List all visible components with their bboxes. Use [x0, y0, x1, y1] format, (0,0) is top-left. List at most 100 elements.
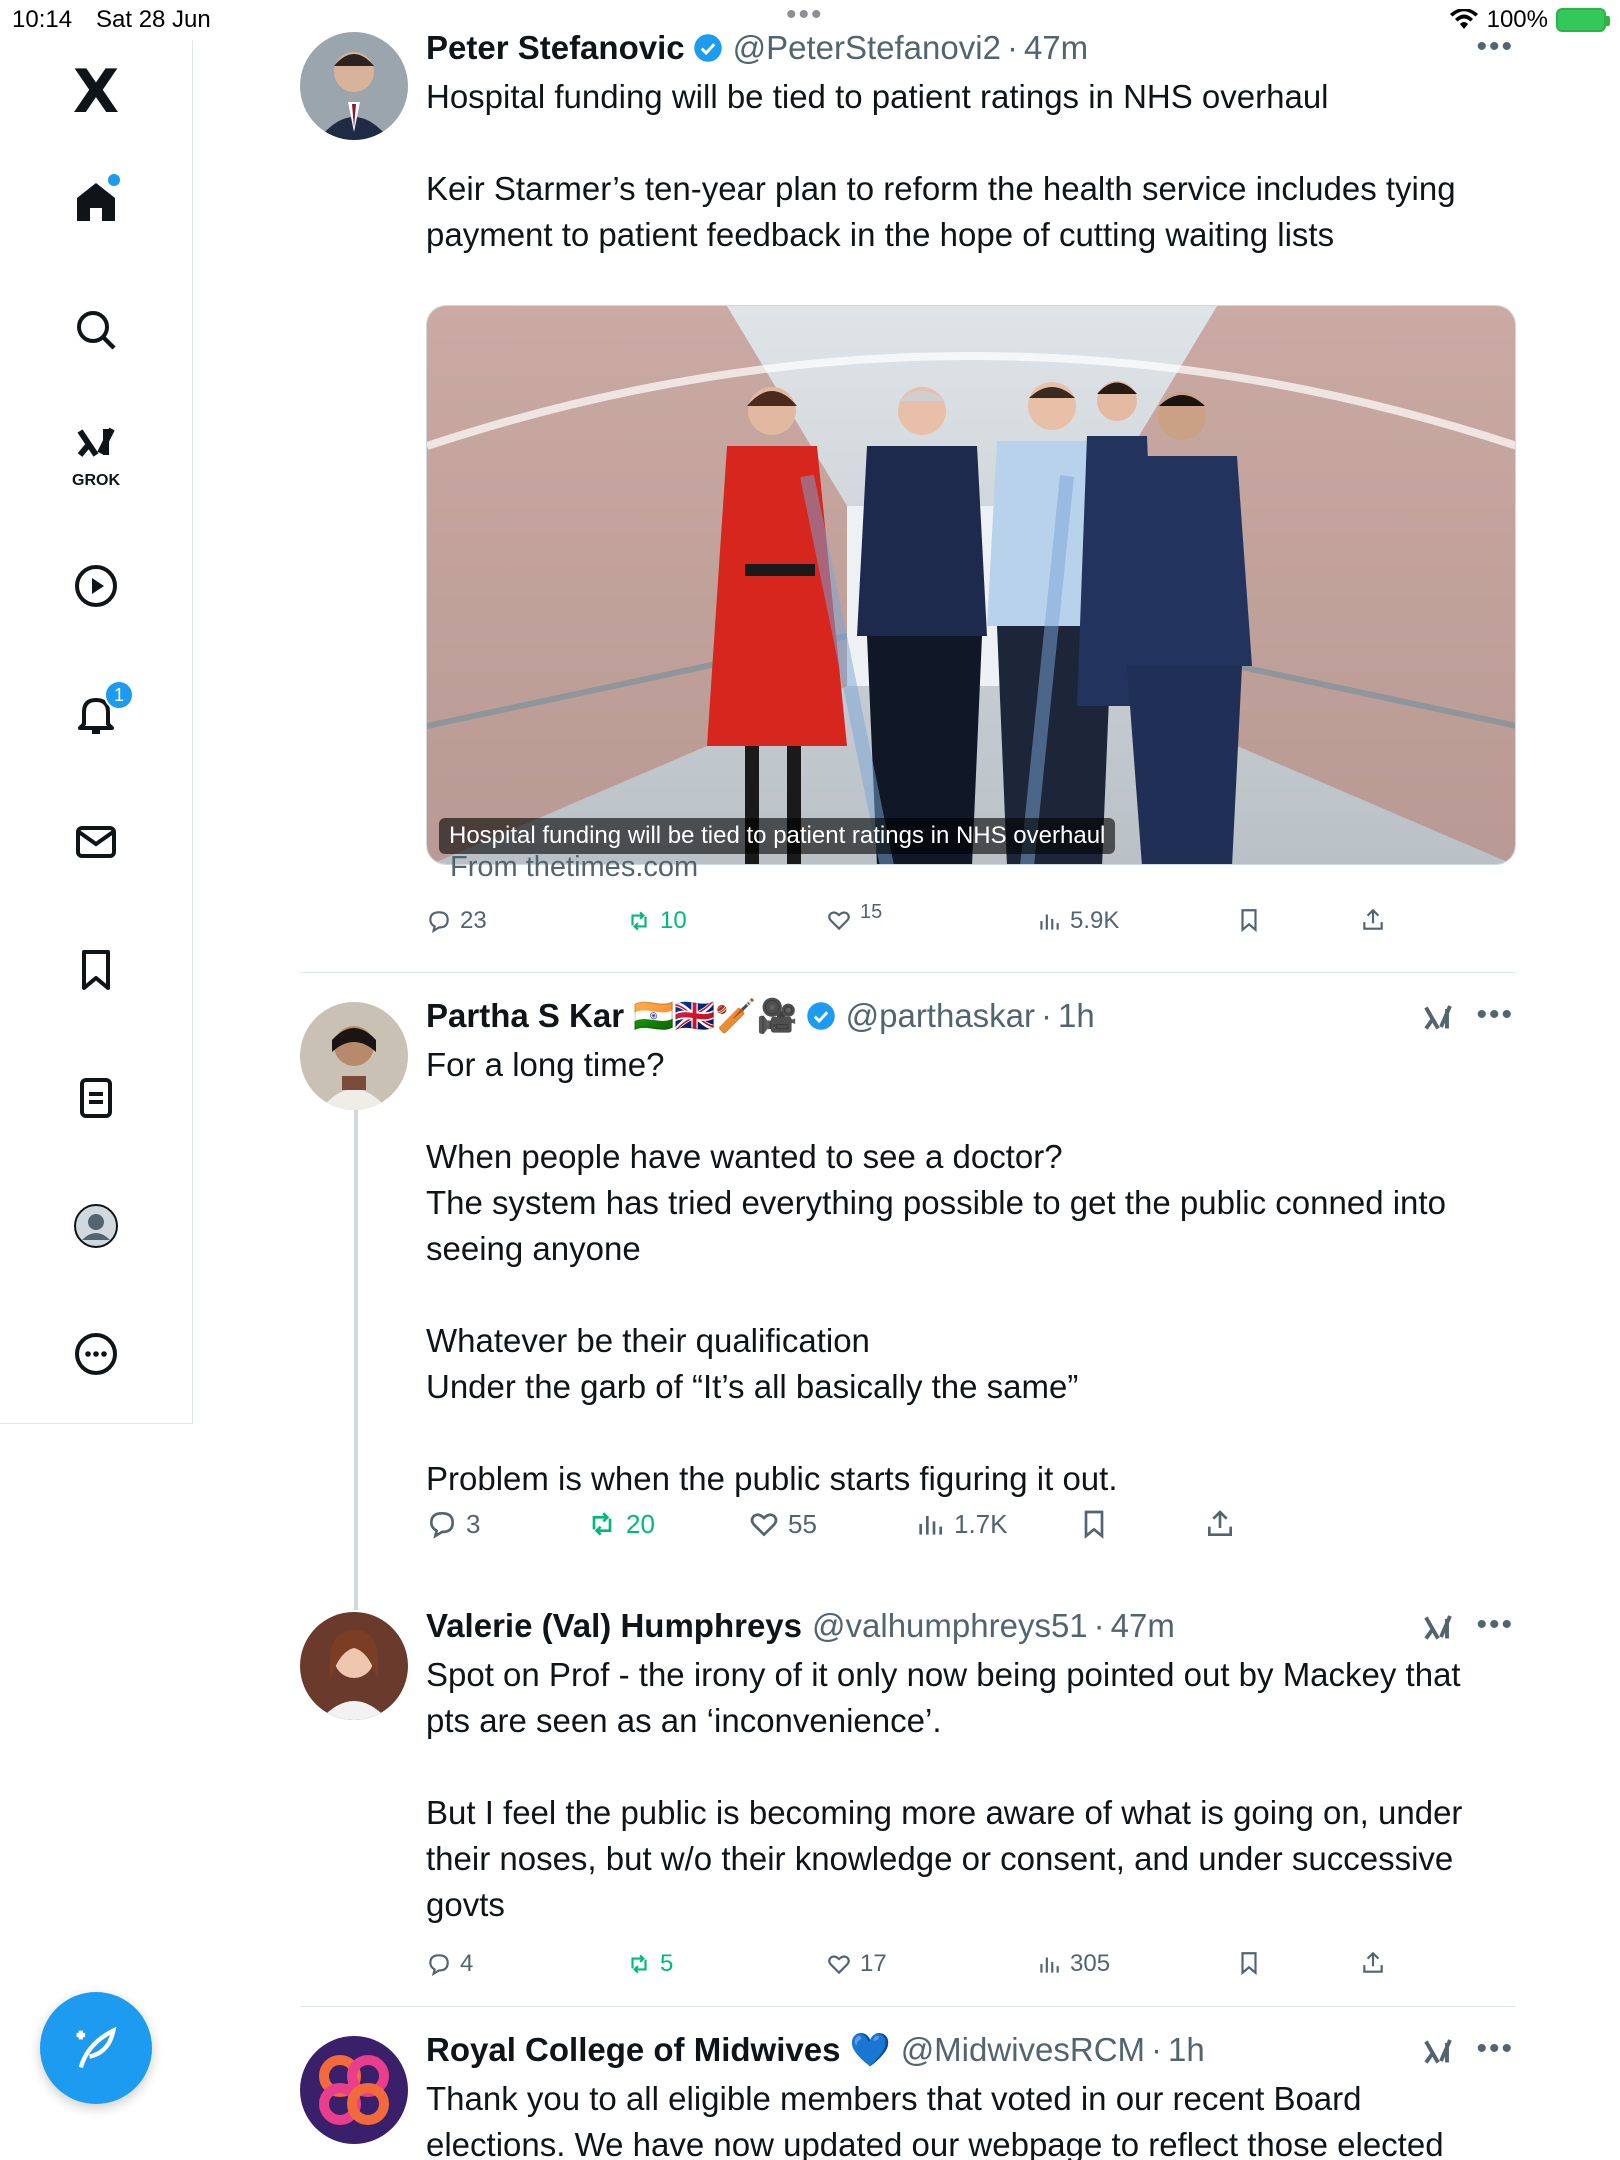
tweet-header: Peter Stefanovic @PeterStefanovi2 · 47m	[426, 26, 1088, 70]
retweet-button[interactable]: 5	[626, 1950, 673, 1978]
retweet-icon	[631, 1954, 647, 1974]
grok-explain-icon[interactable]	[1418, 1610, 1458, 1646]
more-options-icon[interactable]: •••	[1476, 2032, 1514, 2066]
bookmark-button[interactable]	[1236, 1950, 1262, 1976]
author-handle[interactable]: @valhumphreys51	[812, 1607, 1088, 1645]
retweet-button[interactable]: 20	[586, 1508, 655, 1540]
share-button[interactable]	[1360, 907, 1386, 933]
x-logo[interactable]: X	[64, 57, 128, 127]
sidebar: X GROK 1	[0, 40, 193, 1424]
status-date: Sat 28 Jun	[96, 6, 211, 33]
tweet-actions: 4 5 17 305	[426, 1950, 1426, 1990]
card-source[interactable]: From thetimes.com	[450, 851, 698, 884]
mail-icon	[76, 826, 116, 858]
grok-explain-icon[interactable]	[1418, 2034, 1458, 2070]
reply-button[interactable]: 4	[426, 1950, 473, 1978]
views-chart-icon	[919, 1516, 942, 1535]
bookmark-icon	[1241, 909, 1257, 933]
tweet-actions: 23 10 15 5.9K	[426, 901, 1426, 947]
timestamp[interactable]: 1h	[1058, 997, 1095, 1035]
separator-dot: ·	[1151, 2031, 1163, 2068]
retweet-button[interactable]: 10	[626, 907, 687, 935]
nav-grok[interactable]: GROK	[64, 422, 128, 489]
author-handle[interactable]: @MidwivesRCM	[901, 2031, 1145, 2069]
list-icon	[80, 1078, 112, 1118]
tweet-text: Spot on Prof - the irony of it only now …	[426, 1656, 1463, 1923]
link-card-image[interactable]: Hospital funding will be tied to patient…	[426, 305, 1516, 865]
author-handle[interactable]: @PeterStefanovi2	[733, 29, 1001, 67]
share-button[interactable]	[1360, 1950, 1386, 1976]
reply-button[interactable]: 23	[426, 907, 487, 935]
nav-more[interactable]	[64, 1322, 128, 1386]
author-name[interactable]: Peter Stefanovic	[426, 29, 685, 67]
reply-button[interactable]: 3	[426, 1508, 480, 1540]
nav-profile[interactable]	[64, 1194, 128, 1258]
grok-label: GROK	[72, 472, 120, 489]
nav-messages[interactable]	[64, 810, 128, 874]
like-count: 17	[860, 1950, 887, 1977]
author-name[interactable]: Partha S Kar 🇮🇳🇬🇧🏏🎥	[426, 997, 798, 1036]
tweet-text: Hospital funding will be tied to patient…	[426, 78, 1456, 253]
share-button[interactable]	[1204, 1508, 1236, 1540]
thread-connector	[354, 1110, 358, 1610]
timestamp[interactable]: 1h	[1168, 2031, 1205, 2069]
nav-video[interactable]	[64, 554, 128, 618]
share-icon	[1363, 1951, 1383, 1973]
nav-lists[interactable]	[64, 1066, 128, 1130]
verified-badge-icon	[693, 34, 722, 62]
like-button[interactable]: 55	[748, 1508, 817, 1540]
retweet-icon	[592, 1512, 612, 1536]
like-button[interactable]: 17	[826, 1950, 887, 1978]
share-icon	[1208, 1510, 1232, 1536]
nav-search[interactable]	[64, 298, 128, 362]
avatar[interactable]	[300, 2036, 408, 2144]
bookmark-icon	[1241, 1952, 1257, 1976]
like-button[interactable]: 15	[826, 901, 882, 933]
avatar[interactable]	[300, 1002, 408, 1110]
compose-button[interactable]	[40, 1992, 152, 2104]
view-count: 5.9K	[1070, 907, 1120, 934]
nav-notifications[interactable]: 1	[64, 680, 134, 746]
author-name[interactable]: Royal College of Midwives 💙	[426, 2031, 891, 2070]
verified-badge-icon	[806, 1002, 835, 1030]
bookmark-button[interactable]	[1236, 907, 1262, 933]
notifications-badge: 1	[104, 680, 134, 710]
reply-count: 3	[466, 1508, 481, 1539]
retweet-count: 20	[626, 1508, 655, 1539]
bookmark-button[interactable]	[1078, 1508, 1110, 1540]
like-count: 55	[788, 1508, 817, 1539]
nav-home[interactable]	[64, 170, 128, 234]
play-icon	[75, 565, 117, 607]
x-logo-text: X	[72, 57, 120, 127]
tweet-header: Royal College of Midwives 💙 @MidwivesRCM…	[426, 2028, 1205, 2072]
tweet-divider	[300, 2006, 1516, 2007]
views-chart-icon	[1040, 914, 1059, 930]
reply-icon	[429, 1954, 449, 1977]
avatar[interactable]	[300, 1612, 408, 1720]
more-options-icon[interactable]: •••	[1476, 1608, 1514, 1642]
views-button[interactable]: 305	[1036, 1950, 1110, 1978]
bookmark-icon	[1084, 1510, 1104, 1539]
views-button[interactable]: 5.9K	[1036, 907, 1119, 935]
avatar[interactable]	[300, 32, 408, 140]
avatar-image	[300, 2036, 408, 2144]
multitasking-dots-icon[interactable]: •••	[786, 0, 824, 30]
nav-bookmarks[interactable]	[64, 938, 128, 1002]
grok-explain-icon[interactable]	[1418, 1000, 1458, 1036]
author-handle[interactable]: @parthaskar	[846, 997, 1035, 1035]
tweet-text: For a long time? When people have wanted…	[426, 1046, 1446, 1497]
like-count: 15	[860, 900, 883, 923]
more-options-icon[interactable]: •••	[1476, 30, 1514, 64]
profile-avatar-icon	[74, 1204, 118, 1248]
author-name[interactable]: Valerie (Val) Humphreys	[426, 1607, 802, 1645]
card-caption: Hospital funding will be tied to patient…	[439, 818, 1116, 854]
views-button[interactable]: 1.7K	[914, 1508, 1008, 1540]
timestamp[interactable]: 47m	[1024, 29, 1088, 67]
wifi-icon	[1449, 9, 1478, 29]
card-photo	[427, 306, 1515, 864]
retweet-icon	[631, 911, 647, 931]
more-options-icon[interactable]: •••	[1476, 998, 1514, 1032]
timestamp[interactable]: 47m	[1111, 1607, 1175, 1645]
reply-icon	[429, 911, 449, 934]
reply-icon	[429, 1511, 455, 1539]
